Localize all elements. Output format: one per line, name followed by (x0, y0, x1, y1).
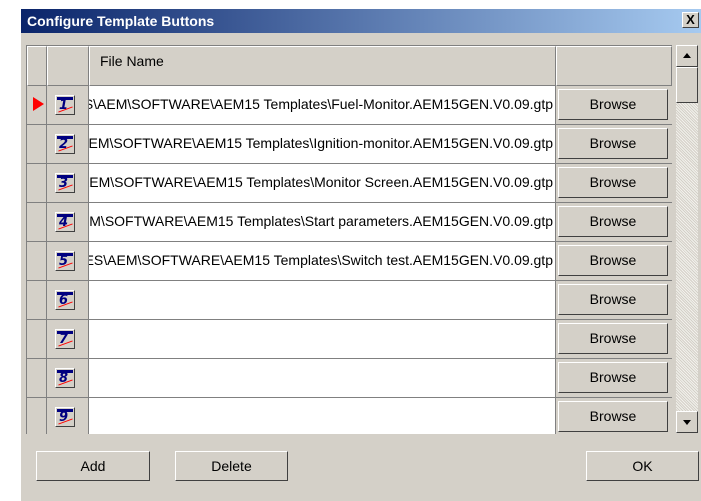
browse-button[interactable]: Browse (558, 206, 668, 237)
file-name-cell[interactable]: C:\PROGRAM FILES\AEM\SOFTWARE\AEM15 Temp… (89, 86, 556, 125)
table-row[interactable]: 6 Browse (27, 281, 672, 320)
row-icon-cell: 5 (47, 242, 89, 281)
row-indicator[interactable] (27, 125, 47, 164)
template-button-icon[interactable]: 9 (55, 407, 75, 427)
browse-cell: Browse (556, 281, 672, 320)
table-row[interactable]: 4 C:\PROGRAM FILES\AEM\SOFTWARE\AEM15 Tem… (27, 203, 672, 242)
template-grid: File Name 1 C:\PROGRAM FILES\AEM\SOFTWARE… (26, 45, 672, 434)
header-browse-column (556, 46, 672, 86)
browse-cell: Browse (556, 164, 672, 203)
row-indicator[interactable] (27, 86, 47, 125)
file-name-cell[interactable]: C:\PROGRAM FILES\AEM\SOFTWARE\AEM15 Temp… (89, 242, 556, 281)
template-button-icon[interactable]: 6 (55, 290, 75, 310)
scroll-up-button[interactable] (676, 45, 698, 67)
file-path: C:\PROGRAM FILES\AEM\SOFTWARE\AEM15 Temp… (89, 135, 553, 151)
browse-cell: Browse (556, 320, 672, 359)
browse-button[interactable]: Browse (558, 167, 668, 198)
table-row[interactable]: 2 C:\PROGRAM FILES\AEM\SOFTWARE\AEM15 Tem… (27, 125, 672, 164)
row-icon-cell: 6 (47, 281, 89, 320)
configure-template-buttons-dialog: Configure Template Buttons X File Name 1… (21, 9, 701, 501)
browse-cell: Browse (556, 242, 672, 281)
table-row[interactable]: 8 Browse (27, 359, 672, 398)
file-name-cell[interactable]: C:\PROGRAM FILES\AEM\SOFTWARE\AEM15 Temp… (89, 164, 556, 203)
row-icon-cell: 2 (47, 125, 89, 164)
template-button-icon[interactable]: 1 (55, 95, 75, 115)
row-indicator[interactable] (27, 320, 47, 359)
file-name-cell[interactable]: C:\PROGRAM FILES\AEM\SOFTWARE\AEM15 Temp… (89, 125, 556, 164)
row-indicator[interactable] (27, 203, 47, 242)
file-name-cell[interactable] (89, 281, 556, 320)
row-icon-cell: 8 (47, 359, 89, 398)
template-button-icon[interactable]: 2 (55, 134, 75, 154)
browse-cell: Browse (556, 86, 672, 125)
browse-button[interactable]: Browse (558, 128, 668, 159)
browse-button[interactable]: Browse (558, 323, 668, 354)
row-icon-cell: 1 (47, 86, 89, 125)
scroll-down-button[interactable] (676, 411, 698, 433)
row-icon-cell: 9 (47, 398, 89, 434)
browse-button[interactable]: Browse (558, 89, 668, 120)
row-indicator[interactable] (27, 242, 47, 281)
file-path: C:\PROGRAM FILES\AEM\SOFTWARE\AEM15 Temp… (89, 252, 553, 268)
browse-button[interactable]: Browse (558, 245, 668, 276)
file-path: C:\PROGRAM FILES\AEM\SOFTWARE\AEM15 Temp… (89, 213, 553, 229)
file-name-cell[interactable]: C:\PROGRAM FILES\AEM\SOFTWARE\AEM15 Temp… (89, 203, 556, 242)
table-row[interactable]: 5 C:\PROGRAM FILES\AEM\SOFTWARE\AEM15 Tem… (27, 242, 672, 281)
file-path: C:\PROGRAM FILES\AEM\SOFTWARE\AEM15 Temp… (89, 174, 553, 190)
row-indicator[interactable] (27, 398, 47, 434)
row-icon-cell: 7 (47, 320, 89, 359)
file-name-cell[interactable] (89, 398, 556, 434)
template-button-icon[interactable]: 5 (55, 251, 75, 271)
dialog-title: Configure Template Buttons (27, 13, 215, 29)
row-icon-cell: 4 (47, 203, 89, 242)
vertical-scrollbar[interactable] (676, 45, 698, 433)
arrow-up-icon (683, 53, 691, 58)
browse-cell: Browse (556, 125, 672, 164)
title-bar[interactable]: Configure Template Buttons X (21, 9, 701, 33)
header-file-name[interactable]: File Name (89, 46, 556, 86)
template-button-icon[interactable]: 8 (55, 368, 75, 388)
template-button-icon[interactable]: 3 (55, 173, 75, 193)
browse-button[interactable]: Browse (558, 284, 668, 315)
ok-button[interactable]: OK (586, 451, 699, 481)
header-indicator-column (27, 46, 47, 86)
close-button[interactable]: X (682, 12, 699, 28)
add-button[interactable]: Add (36, 451, 150, 481)
template-button-icon[interactable]: 4 (55, 212, 75, 232)
delete-button[interactable]: Delete (175, 451, 288, 481)
arrow-down-icon (683, 420, 691, 425)
table-row[interactable]: 7 Browse (27, 320, 672, 359)
file-name-cell[interactable] (89, 359, 556, 398)
row-indicator[interactable] (27, 281, 47, 320)
file-name-header-label: File Name (100, 53, 164, 69)
table-row[interactable]: 9 Browse (27, 398, 672, 434)
table-row[interactable]: 3 C:\PROGRAM FILES\AEM\SOFTWARE\AEM15 Tem… (27, 164, 672, 203)
scroll-thumb[interactable] (676, 67, 698, 103)
browse-button[interactable]: Browse (558, 401, 668, 432)
browse-button[interactable]: Browse (558, 362, 668, 393)
browse-cell: Browse (556, 359, 672, 398)
template-button-icon[interactable]: 7 (55, 329, 75, 349)
header-icon-column (47, 46, 89, 86)
file-path: C:\PROGRAM FILES\AEM\SOFTWARE\AEM15 Temp… (89, 96, 553, 112)
browse-cell: Browse (556, 203, 672, 242)
row-icon-cell: 3 (47, 164, 89, 203)
file-name-cell[interactable] (89, 320, 556, 359)
current-row-arrow-icon (33, 97, 44, 111)
browse-cell: Browse (556, 398, 672, 434)
row-indicator[interactable] (27, 359, 47, 398)
row-indicator[interactable] (27, 164, 47, 203)
table-row[interactable]: 1 C:\PROGRAM FILES\AEM\SOFTWARE\AEM15 Tem… (27, 86, 672, 125)
